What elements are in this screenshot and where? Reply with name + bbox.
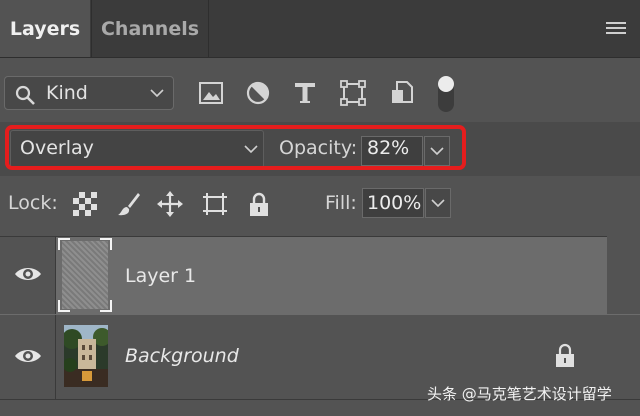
- lock-all-icon[interactable]: [246, 191, 272, 217]
- filter-toggle[interactable]: [436, 74, 456, 114]
- eye-icon[interactable]: [14, 264, 42, 284]
- lock-position-icon[interactable]: [157, 191, 183, 217]
- fill-value: 100%: [367, 192, 422, 214]
- panel-menu-icon[interactable]: [606, 22, 626, 36]
- lock-label: Lock:: [8, 192, 58, 214]
- thumbnail-selection-frame: [58, 238, 112, 312]
- highlight-box: [5, 125, 466, 170]
- tab-layers[interactable]: Layers: [0, 0, 90, 57]
- layer-row-scroll-gutter: [607, 236, 640, 314]
- eye-icon[interactable]: [14, 346, 42, 366]
- layer-name-label[interactable]: Background: [125, 345, 239, 367]
- lock-image-pixels-icon[interactable]: [116, 191, 142, 217]
- filter-kind-label: Kind: [46, 82, 88, 104]
- lock-transparent-pixels-icon[interactable]: [72, 191, 98, 217]
- layer-name-label[interactable]: Layer 1: [125, 265, 196, 287]
- tab-channels[interactable]: Channels: [91, 0, 209, 57]
- chevron-down-icon: [431, 199, 445, 208]
- image-filter-icon[interactable]: [198, 80, 224, 106]
- shape-filter-icon[interactable]: [340, 80, 366, 106]
- chevron-down-icon: [150, 89, 164, 98]
- search-icon: [15, 85, 35, 105]
- fill-label: Fill:: [325, 192, 357, 214]
- lock-artboard-icon[interactable]: [202, 191, 228, 217]
- smart-object-filter-icon[interactable]: [389, 80, 415, 106]
- watermark-text: 头条 @马克笔艺术设计留学: [427, 385, 612, 403]
- adjustment-filter-icon[interactable]: [245, 80, 271, 106]
- lock-icon: [556, 343, 574, 367]
- type-filter-icon[interactable]: [292, 80, 318, 106]
- background-thumbnail-photo[interactable]: [64, 325, 108, 387]
